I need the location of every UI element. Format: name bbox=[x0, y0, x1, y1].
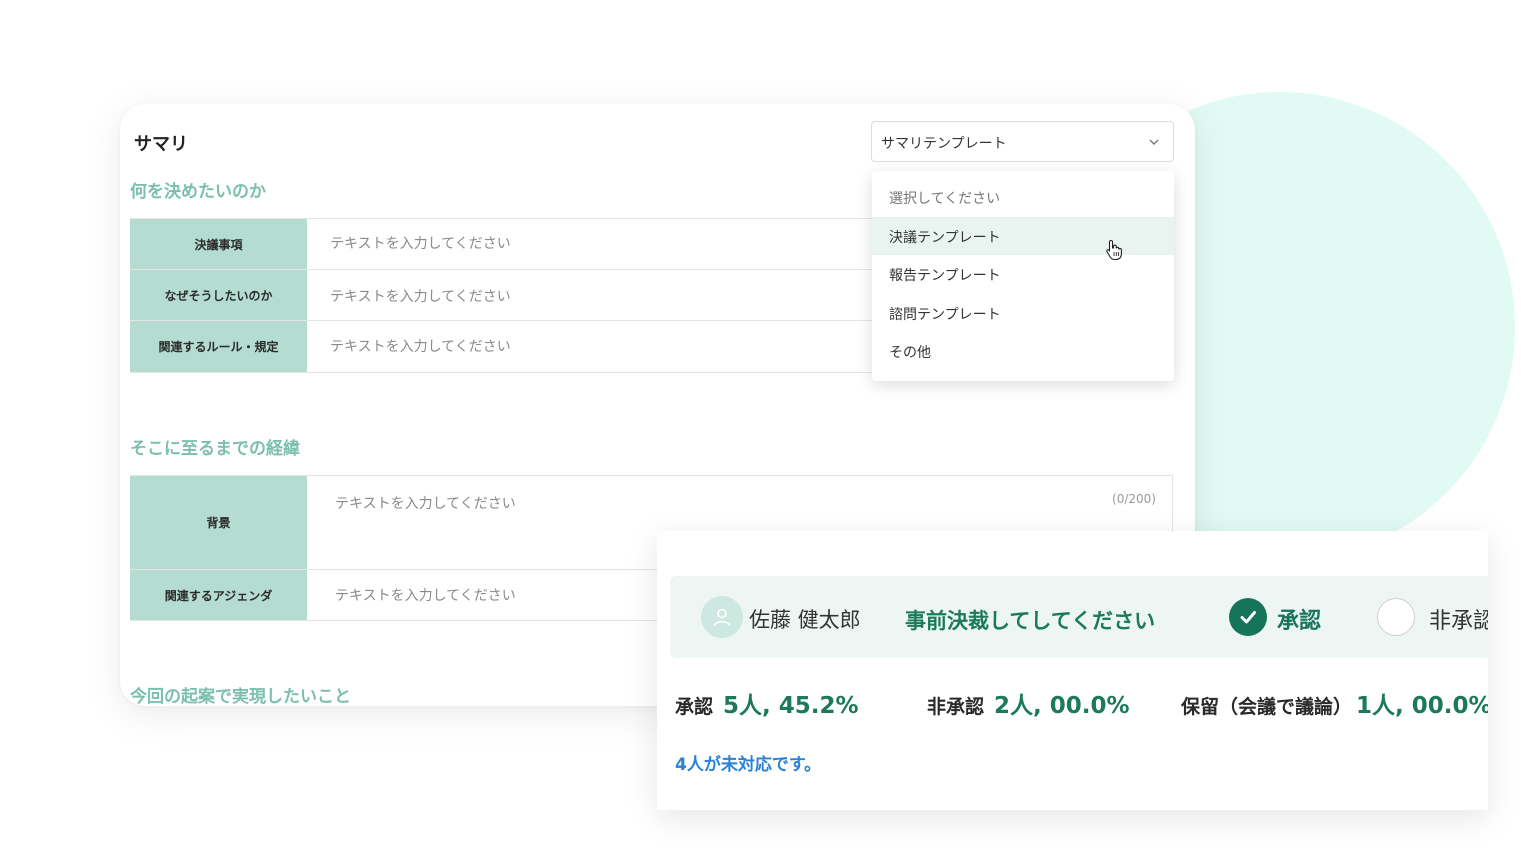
section-heading-background: そこに至るまでの経緯 bbox=[130, 439, 300, 459]
section-heading-goal: 今回の起案で実現したいこと bbox=[130, 687, 351, 706]
approve-option-label[interactable]: 承認 bbox=[1277, 603, 1321, 635]
stat-value: 2人, 00.0% bbox=[994, 693, 1130, 719]
section-heading-decision: 何を決めたいのか bbox=[130, 182, 266, 202]
approve-radio[interactable] bbox=[1229, 598, 1267, 636]
stat-reject: 非承認 2人, 00.0% bbox=[927, 686, 1130, 720]
row-label: 背景 bbox=[130, 476, 307, 569]
template-select[interactable]: サマリテンプレート bbox=[871, 121, 1174, 162]
stat-approve: 承認 5人, 45.2% bbox=[675, 686, 859, 720]
input-placeholder: テキストを入力してください bbox=[330, 289, 511, 305]
stat-value: 1人, 00.0% bbox=[1356, 693, 1488, 719]
template-dropdown-menu: 選択してください 決議テンプレート 報告テンプレート 諮問テンプレート その他 bbox=[872, 171, 1174, 381]
summary-title: サマリ bbox=[134, 134, 188, 155]
dropdown-option-other[interactable]: その他 bbox=[872, 332, 1174, 370]
user-icon bbox=[713, 608, 731, 626]
input-placeholder: テキストを入力してください bbox=[335, 496, 516, 512]
approval-card: 佐藤 健太郎 事前決裁してしてください 承認 非承認 承認 5人, 45.2% 非… bbox=[657, 531, 1488, 810]
template-select-value: サマリテンプレート bbox=[881, 136, 1007, 152]
row-label: 決議事項 bbox=[130, 219, 307, 269]
approval-bar: 佐藤 健太郎 事前決裁してしてください 承認 非承認 bbox=[670, 576, 1488, 658]
stat-value: 5人, 45.2% bbox=[723, 693, 859, 719]
row-label: 関連するアジェンダ bbox=[130, 570, 307, 620]
user-name: 佐藤 健太郎 bbox=[749, 608, 861, 632]
input-placeholder: テキストを入力してください bbox=[335, 588, 516, 604]
reject-option-label[interactable]: 非承認 bbox=[1429, 603, 1488, 635]
approval-request-text: 事前決裁してしてください bbox=[905, 609, 1156, 633]
dropdown-option-consultation[interactable]: 諮問テンプレート bbox=[872, 294, 1174, 332]
row-label: なぜそうしたいのか bbox=[130, 270, 307, 320]
chevron-down-icon bbox=[1149, 139, 1159, 145]
stat-label: 非承認 bbox=[927, 696, 985, 718]
dropdown-option-placeholder[interactable]: 選択してください bbox=[872, 178, 1174, 216]
row-label: 関連するルール・規定 bbox=[130, 321, 307, 372]
reject-radio[interactable] bbox=[1377, 598, 1415, 636]
avatar bbox=[701, 596, 743, 638]
pending-count-link[interactable]: 4人が未対応です。 bbox=[675, 750, 821, 775]
dropdown-option-resolution[interactable]: 決議テンプレート bbox=[872, 217, 1174, 255]
character-counter: (0/200) bbox=[1112, 492, 1156, 506]
dropdown-option-report[interactable]: 報告テンプレート bbox=[872, 255, 1174, 293]
stat-label: 承認 bbox=[675, 696, 714, 718]
stat-label: 保留（会議で議論） bbox=[1181, 696, 1353, 718]
check-icon bbox=[1240, 611, 1256, 624]
input-placeholder: テキストを入力してください bbox=[330, 339, 511, 355]
stat-hold: 保留（会議で議論） 1人, 00.0% bbox=[1181, 686, 1488, 720]
hand-pointer-icon bbox=[1106, 239, 1122, 261]
input-placeholder: テキストを入力してください bbox=[330, 236, 511, 252]
